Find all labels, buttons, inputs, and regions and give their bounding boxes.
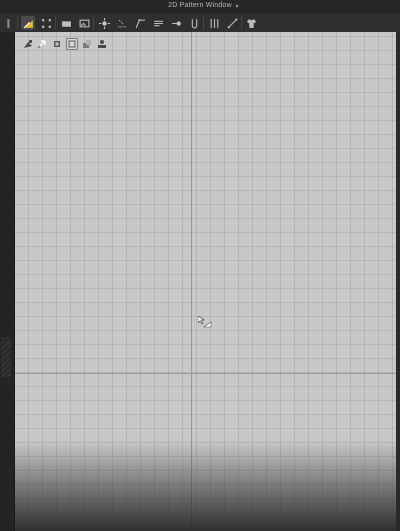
image-icon[interactable] (77, 16, 91, 30)
pointer-hand-icon[interactable] (22, 38, 34, 50)
layers-icon[interactable] (51, 38, 63, 50)
pin-arrow-icon[interactable] (169, 16, 183, 30)
dotted-lines-icon[interactable] (115, 16, 129, 30)
measure-line-icon[interactable] (225, 16, 239, 30)
fabric-icon[interactable] (81, 38, 93, 50)
sewing-u-icon[interactable] (187, 16, 201, 30)
transform-box-icon[interactable] (39, 16, 53, 30)
tshirt-icon[interactable] (244, 16, 258, 30)
window-titlebar: 2D Pattern Window ▾ (0, 0, 400, 15)
pattern-box-icon[interactable] (66, 38, 78, 50)
chevron-down-icon[interactable]: ▾ (234, 4, 240, 10)
right-dock-strip (396, 32, 400, 531)
slope-icon[interactable] (133, 16, 147, 30)
vertical-axis-line (191, 32, 192, 531)
pattern-canvas[interactable] (15, 32, 396, 531)
sun-icon[interactable] (97, 16, 111, 30)
bottom-shadow-overlay (15, 441, 396, 531)
mouse-cursor-icon (197, 315, 212, 328)
avatar-icon[interactable] (96, 38, 108, 50)
move-arrow-icon[interactable] (36, 38, 48, 50)
resize-grip-icon[interactable] (1, 337, 11, 377)
horizontal-axis-line (15, 373, 396, 374)
pattern-toolbar (0, 14, 400, 33)
rectangle-icon[interactable] (59, 16, 73, 30)
stack-lines-icon[interactable] (151, 16, 165, 30)
panel-toggle-icon[interactable] (2, 16, 16, 30)
select-pen-icon[interactable] (21, 16, 35, 30)
left-dock-strip (0, 32, 15, 531)
pleat-lines-icon[interactable] (207, 16, 221, 30)
window-title: 2D Pattern Window (168, 2, 232, 9)
